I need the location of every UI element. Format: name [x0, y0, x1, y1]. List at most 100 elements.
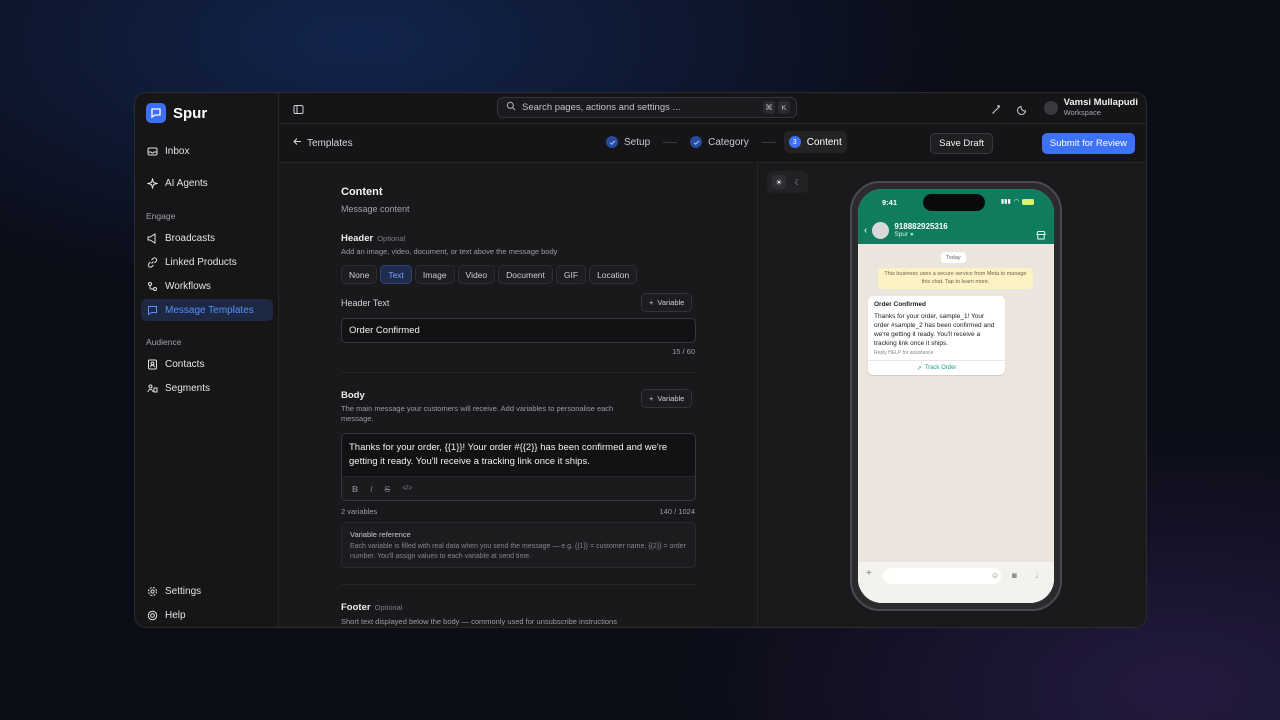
save-draft-button[interactable]: Save Draft — [930, 133, 993, 154]
verified-badge-icon: ● — [909, 231, 914, 238]
variables-count: 2 variables — [341, 507, 378, 516]
sidebar-item-label: Workflows — [165, 280, 211, 292]
step-connector — [761, 141, 776, 143]
footer-help: Short text displayed below the body — co… — [341, 617, 617, 626]
message-title: Order Confirmed — [874, 301, 927, 308]
battery-icon — [1022, 198, 1034, 205]
store-icon[interactable] — [1036, 227, 1046, 245]
shortcut-key: K — [778, 101, 790, 114]
header-type-location[interactable]: Location — [589, 265, 638, 284]
contact-business-label: Spur — [894, 231, 909, 238]
divider — [341, 372, 696, 373]
header-type-text[interactable]: Text — [380, 265, 412, 284]
subheader: Templates Setup Category 3 Content Save … — [279, 124, 1146, 162]
bold-icon[interactable]: B — [352, 484, 358, 494]
user-menu[interactable]: Vamsi Mullapudi Workspace — [1043, 97, 1138, 118]
sidebar-item-help[interactable]: Help — [141, 604, 273, 626]
moon-icon[interactable]: ☾ — [791, 175, 805, 189]
header-type-none[interactable]: None — [341, 265, 378, 284]
wifi-icon: ◠ — [1013, 199, 1019, 205]
header-type-document[interactable]: Document — [498, 265, 553, 284]
sparkle-icon — [147, 177, 158, 189]
contact-business-name: Spur ● — [894, 231, 947, 239]
moon-icon[interactable] — [1017, 102, 1028, 120]
sidebar-item-segments[interactable]: Segments — [141, 377, 273, 399]
microphone-icon[interactable]: ♩ — [1035, 571, 1043, 580]
message-input[interactable] — [883, 568, 1001, 584]
chevron-left-icon[interactable]: ‹ — [864, 225, 867, 236]
system-notice: This business uses a secure service from… — [878, 268, 1033, 289]
body-text: Thanks for your order, {{1}}! Your order… — [349, 442, 668, 467]
header-type-selector: None Text Image Video Document GIF Locat… — [341, 265, 638, 284]
external-link-icon: ↗ — [916, 365, 922, 372]
sidebar-item-broadcasts[interactable]: Broadcasts — [141, 227, 273, 249]
variable-reference-text: Each variable is filled with real data w… — [350, 543, 686, 560]
step-content[interactable]: 3 Content — [783, 131, 847, 153]
header-label-text: Header — [341, 233, 374, 244]
emoji-icon[interactable]: ☺ — [991, 571, 999, 580]
sidebar-toggle-icon[interactable] — [293, 102, 304, 120]
track-order-button[interactable]: ↗ Track Order — [868, 360, 1005, 375]
megaphone-icon — [147, 232, 158, 244]
variable-reference-box: Variable reference Each variable is fill… — [341, 522, 696, 568]
sidebar-item-contacts[interactable]: Contacts — [141, 353, 273, 375]
step-label: Category — [708, 136, 749, 148]
camera-icon[interactable]: ◙ — [1012, 571, 1017, 580]
step-label: Setup — [624, 136, 651, 148]
body-add-variable-button[interactable]: + Variable — [641, 389, 693, 408]
nav-section-engage: Engage — [146, 211, 176, 221]
italic-icon[interactable]: I — [370, 484, 372, 494]
user-workspace: Workspace — [1063, 108, 1101, 117]
sidebar-item-ai-agents[interactable]: AI Agents — [141, 172, 273, 194]
back-label: Templates — [307, 137, 353, 149]
message-bubble: Order Confirmed Thanks for your order, s… — [868, 296, 1005, 375]
segments-icon — [147, 383, 158, 394]
sidebar-item-linked-products[interactable]: Linked Products — [141, 251, 273, 273]
sidebar-item-label: AI Agents — [165, 177, 208, 189]
plus-icon[interactable]: + — [866, 568, 872, 579]
contacts-icon — [147, 359, 158, 370]
sidebar-item-label: Settings — [165, 585, 202, 597]
header-label: Header Optional — [341, 233, 405, 244]
sidebar-item-label: Linked Products — [165, 256, 237, 268]
sidebar-item-workflows[interactable]: Workflows — [141, 275, 273, 297]
sidebar-item-inbox[interactable]: Inbox — [141, 140, 273, 162]
link-icon — [147, 256, 158, 268]
footer-label: Footer Optional — [341, 602, 403, 613]
strikethrough-icon[interactable]: S — [385, 484, 391, 494]
submit-for-review-button[interactable]: Submit for Review — [1041, 133, 1135, 154]
section-subtitle: Message content — [341, 204, 410, 214]
help-icon — [147, 610, 158, 621]
body-help: The main message your customers will rec… — [341, 404, 614, 423]
header-type-image[interactable]: Image — [414, 265, 455, 284]
step-setup[interactable]: Setup — [601, 131, 655, 153]
body-textarea[interactable]: Thanks for your order, {{1}}! Your order… — [341, 433, 696, 501]
sidebar: Spur Inbox AI Agents Engage Broadcasts L… — [135, 93, 279, 627]
header-text-input[interactable]: Order Confirmed — [341, 318, 696, 343]
check-icon — [606, 136, 618, 148]
brand-name: Spur — [173, 104, 208, 122]
search-input[interactable]: Search pages, actions and settings ... ⌘… — [497, 97, 797, 118]
sidebar-item-settings[interactable]: Settings — [141, 580, 273, 602]
header-type-gif[interactable]: GIF — [555, 265, 587, 284]
sidebar-item-label: Help — [165, 609, 186, 621]
header-add-variable-button[interactable]: + Variable — [641, 293, 693, 312]
message-body: Thanks for your order, sample_1! Your or… — [874, 313, 995, 347]
header-type-video[interactable]: Video — [457, 265, 496, 284]
brand[interactable]: Spur — [146, 103, 207, 123]
variable-reference-title: Variable reference — [350, 530, 411, 539]
search-icon — [506, 101, 516, 114]
sun-icon[interactable]: ☀ — [772, 175, 786, 189]
formatting-toolbar: B I S </> — [342, 476, 695, 500]
chat-contact[interactable]: ‹ 918882925316 Spur ● — [864, 222, 948, 239]
preview-theme-toggle: ☀ ☾ — [767, 171, 808, 193]
code-icon[interactable]: </> — [402, 485, 412, 492]
step-label: Content — [806, 136, 842, 148]
check-icon — [690, 136, 703, 148]
back-to-templates-link[interactable]: Templates — [293, 137, 353, 149]
step-category[interactable]: Category — [685, 131, 754, 153]
phone-mockup: 9:41 ▮▮▮ ◠ ‹ 918882925316 Spur ● Today T… — [850, 181, 1062, 611]
sidebar-item-message-templates[interactable]: Message Templates — [141, 299, 273, 321]
magic-wand-icon[interactable] — [991, 102, 1002, 120]
whatsapp-header: 9:41 ▮▮▮ ◠ ‹ 918882925316 Spur ● — [858, 189, 1054, 244]
